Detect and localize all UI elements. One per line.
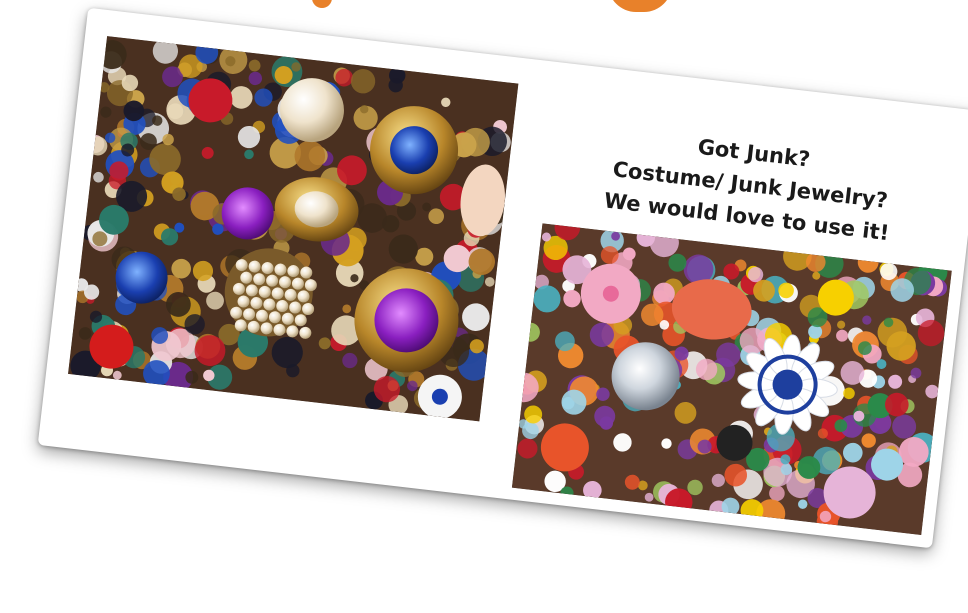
title-fragment-left [312,0,332,8]
flyer-scene: Got Junk? Costume/ Junk Jewelry? We woul… [0,0,968,613]
title-fragment-right [608,0,672,12]
flyer-card: Got Junk? Costume/ Junk Jewelry? We woul… [37,7,968,549]
bead-and-jewelry-pile-photo [511,223,952,535]
jewelry-pile-photo [68,36,519,422]
